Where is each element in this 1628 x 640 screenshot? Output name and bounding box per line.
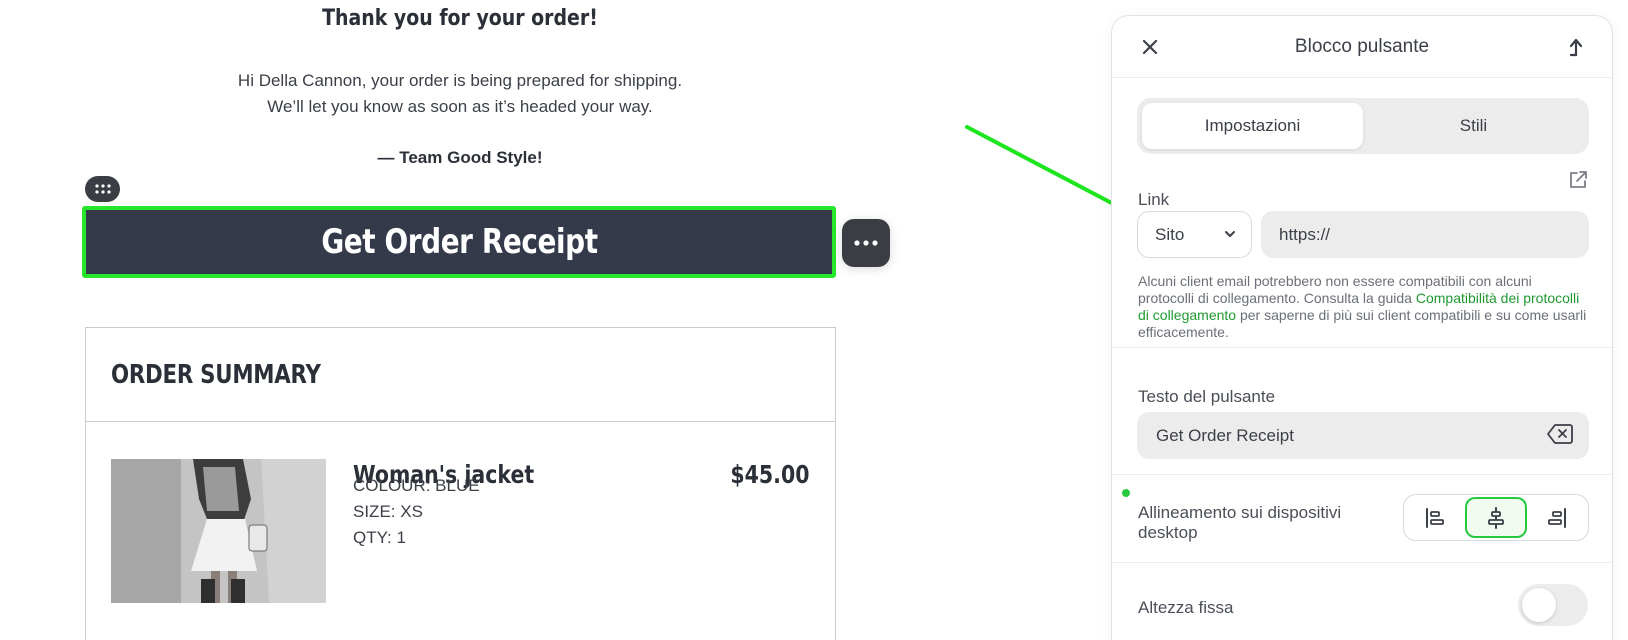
open-link-button[interactable]	[1568, 170, 1588, 195]
chevron-down-icon	[1225, 231, 1235, 237]
thanks-line-1: Hi Della Cannon, your order is being pre…	[237, 71, 683, 90]
block-drag-handle[interactable]	[85, 176, 120, 202]
link-label: Link	[1138, 190, 1170, 209]
product-colour: COLOUR: BLUE	[353, 476, 480, 495]
align-center-button[interactable]	[1464, 497, 1528, 538]
tab-styles[interactable]: Stili	[1363, 103, 1584, 149]
align-left-icon	[1426, 507, 1445, 528]
align-left-button[interactable]	[1406, 497, 1465, 538]
thanks-title: Thank you for your order!	[322, 6, 598, 31]
fixed-height-toggle[interactable]	[1518, 584, 1588, 626]
product-qty: QTY: 1	[353, 528, 406, 547]
panel-header: Blocco pulsante	[1112, 16, 1612, 78]
align-center-icon	[1488, 506, 1504, 529]
clear-text-button[interactable]	[1547, 423, 1573, 450]
cta-button-label: Get Order Receipt	[320, 222, 598, 262]
thanks-line-2: We’ll let you know as soon as it’s heade…	[267, 97, 653, 116]
section-divider	[1112, 562, 1612, 563]
product-price: $45.00	[729, 460, 809, 489]
panel-title: Blocco pulsante	[1294, 36, 1430, 57]
link-help-text: Alcuni client email potrebbero non esser…	[1138, 273, 1588, 341]
alignment-label: Allineamento sui dispositivi desktop	[1138, 503, 1342, 542]
button-text-label: Testo del pulsante	[1138, 387, 1276, 406]
order-summary-title: ORDER SUMMARY	[111, 359, 321, 390]
more-horizontal-icon	[854, 240, 878, 246]
align-right-button[interactable]	[1527, 497, 1586, 538]
link-type-value: Sito	[1155, 224, 1185, 244]
grip-dots-icon	[94, 184, 111, 194]
change-indicator-dot	[1122, 489, 1130, 497]
section-divider	[1112, 347, 1612, 348]
arrow-up-icon	[1569, 38, 1583, 57]
panel-tabs: Impostazioni Stili	[1137, 98, 1589, 154]
link-url-input[interactable]	[1261, 211, 1589, 258]
alignment-control	[1403, 494, 1589, 541]
button-text-field	[1137, 412, 1589, 459]
tab-settings[interactable]: Impostazioni	[1142, 103, 1363, 149]
link-type-select[interactable]: Sito	[1137, 211, 1252, 258]
button-block-panel: Blocco pulsante Impostazioni Stili Link …	[1111, 15, 1613, 640]
toggle-knob	[1522, 588, 1556, 622]
external-link-icon	[1570, 171, 1587, 188]
fixed-height-label: Altezza fissa	[1138, 598, 1234, 617]
email-canvas: Thank you for your order! Hi Della Canno…	[0, 0, 900, 640]
product-image	[111, 459, 326, 603]
product-size: SIZE: XS	[353, 502, 423, 521]
section-divider	[1112, 474, 1612, 475]
align-right-icon	[1547, 507, 1566, 528]
cta-button-block[interactable]: Get Order Receipt	[82, 206, 836, 278]
thanks-message: Hi Della Cannon, your order is being pre…	[80, 68, 840, 120]
button-text-input[interactable]	[1137, 412, 1589, 459]
order-summary: ORDER SUMMARY Woman's jacket $45.00 COLO…	[85, 327, 836, 640]
collapse-button[interactable]	[1562, 33, 1590, 61]
signature: — Team Good Style!	[377, 148, 543, 167]
block-more-button[interactable]	[842, 219, 890, 267]
backspace-icon	[1547, 424, 1573, 444]
order-summary-header: ORDER SUMMARY	[86, 328, 835, 422]
